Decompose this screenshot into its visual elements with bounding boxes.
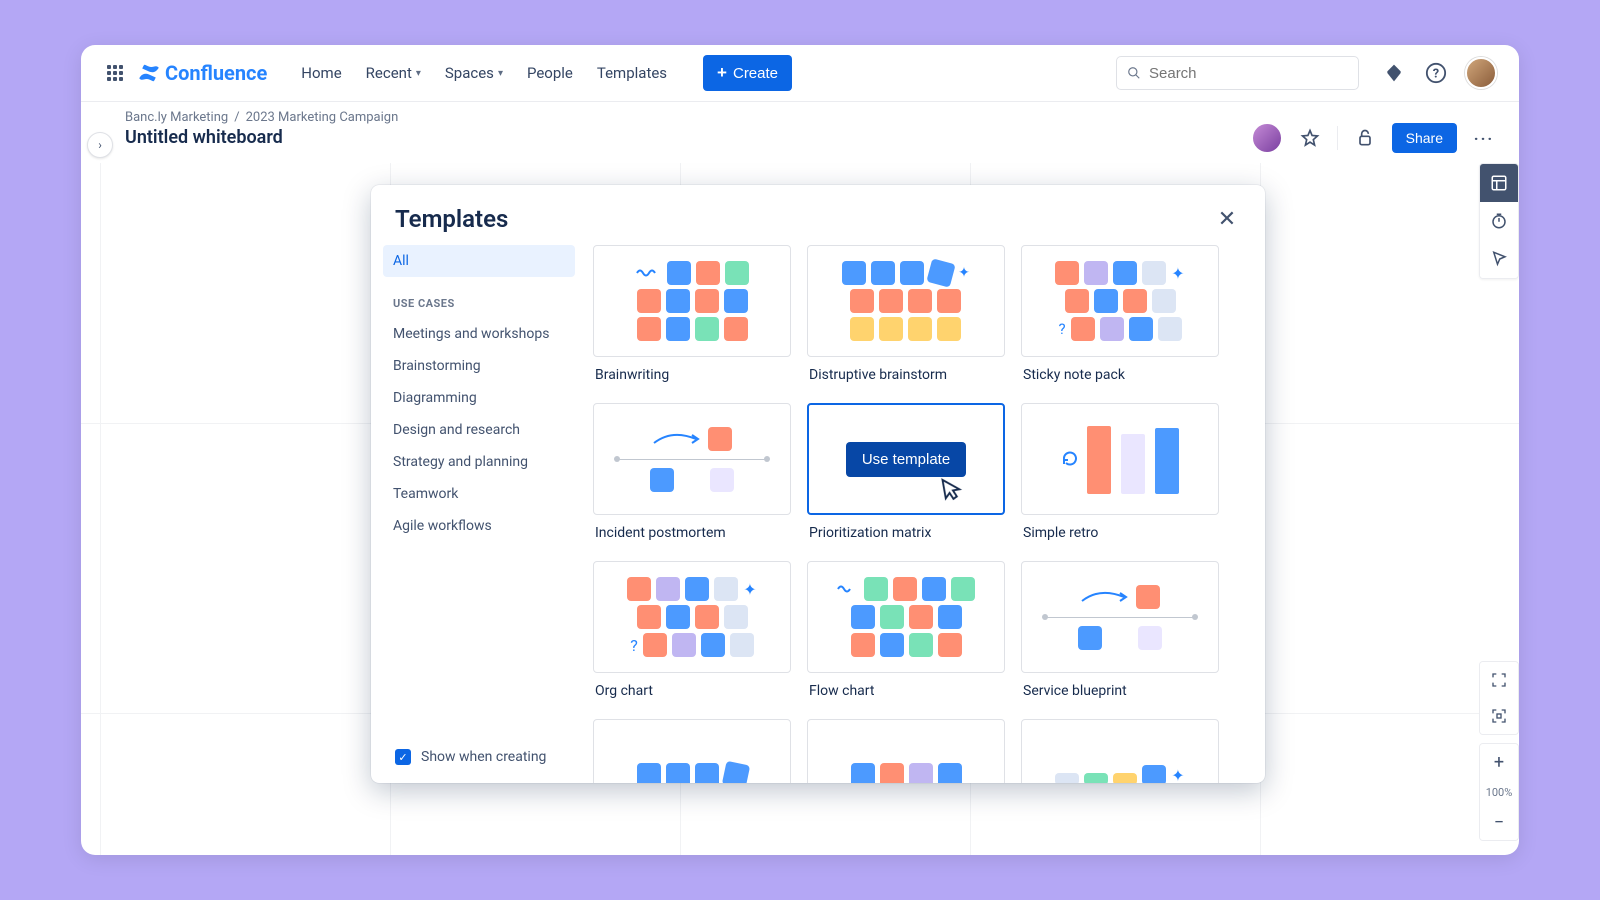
close-icon[interactable]: ✕ xyxy=(1213,205,1241,233)
app-switcher-icon[interactable] xyxy=(103,61,127,85)
category-agile[interactable]: Agile workflows xyxy=(383,510,575,542)
zoom-controls: + 100% − xyxy=(1479,661,1519,841)
chevron-down-icon: ▾ xyxy=(416,68,421,79)
template-card-disruptive-brainstorm[interactable]: ✦ xyxy=(807,245,1005,357)
template-label: Org chart xyxy=(593,673,791,717)
arrow-icon xyxy=(652,431,702,447)
profile-avatar[interactable] xyxy=(1465,57,1497,89)
zoom-in-button[interactable]: + xyxy=(1480,744,1518,780)
zoom-out-button[interactable]: − xyxy=(1480,804,1518,840)
template-label: Prioritization matrix xyxy=(807,515,1005,559)
modal-title: Templates xyxy=(395,205,508,233)
category-all[interactable]: All xyxy=(383,245,575,277)
modal-header: Templates ✕ xyxy=(371,185,1265,241)
show-when-label: Show when creating xyxy=(421,749,546,765)
arrow-icon xyxy=(1080,589,1130,605)
svg-text:?: ? xyxy=(1433,67,1439,82)
template-card-flow-chart[interactable] xyxy=(807,561,1005,673)
template-label: Simple retro xyxy=(1021,515,1219,559)
timer-button[interactable] xyxy=(1480,202,1518,240)
star-icon[interactable] xyxy=(1297,125,1323,151)
category-meetings[interactable]: Meetings and workshops xyxy=(383,318,575,350)
template-card-prioritization-matrix[interactable]: Use template xyxy=(807,403,1005,515)
category-diagramming[interactable]: Diagramming xyxy=(383,382,575,414)
template-card-service-blueprint[interactable] xyxy=(1021,561,1219,673)
use-template-button[interactable]: Use template xyxy=(846,442,966,477)
template-label: Sticky note pack xyxy=(1021,357,1219,401)
category-design[interactable]: Design and research xyxy=(383,414,575,446)
sidebar-expand-button[interactable]: › xyxy=(87,132,113,158)
show-when-creating-toggle[interactable]: ✓ Show when creating xyxy=(395,749,546,765)
template-card-brainwriting[interactable] xyxy=(593,245,791,357)
template-card-more-3[interactable]: ✦ xyxy=(1021,719,1219,783)
templates-modal: Templates ✕ All USE CASES Meetings and w… xyxy=(371,185,1265,783)
breadcrumb-parent[interactable]: 2023 Marketing Campaign xyxy=(246,110,399,125)
category-heading: USE CASES xyxy=(383,277,575,318)
top-icons: ? xyxy=(1381,57,1497,89)
top-nav: Confluence Home Recent▾ Spaces▾ People T… xyxy=(81,45,1519,102)
nav-people[interactable]: People xyxy=(517,58,583,88)
template-label: Brainwriting xyxy=(593,357,791,401)
plus-icon: + xyxy=(717,63,727,83)
template-card-more-1[interactable] xyxy=(593,719,791,783)
category-strategy[interactable]: Strategy and planning xyxy=(383,446,575,478)
template-label: Distruptive brainstorm xyxy=(807,357,1005,401)
page-actions: Share ··· xyxy=(1251,122,1497,154)
restrictions-icon[interactable] xyxy=(1352,125,1378,151)
right-rail xyxy=(1479,163,1519,279)
nav-links: Home Recent▾ Spaces▾ People Templates xyxy=(291,58,677,88)
app-name: Confluence xyxy=(165,61,267,85)
collaborator-avatar[interactable] xyxy=(1251,122,1283,154)
cursor-mode-button[interactable] xyxy=(1480,240,1518,278)
template-label: Service blueprint xyxy=(1021,673,1219,717)
share-button[interactable]: Share xyxy=(1392,123,1457,153)
more-actions-icon[interactable]: ··· xyxy=(1471,125,1497,151)
templates-panel-button[interactable] xyxy=(1480,164,1518,202)
help-icon[interactable]: ? xyxy=(1423,60,1449,86)
nav-templates[interactable]: Templates xyxy=(587,58,677,88)
squiggle-icon xyxy=(636,267,662,279)
sub-header: › Banc.ly Marketing / 2023 Marketing Cam… xyxy=(81,102,1519,162)
search-icon xyxy=(1127,65,1141,81)
notifications-icon[interactable] xyxy=(1381,60,1407,86)
fit-screen-button[interactable] xyxy=(1480,662,1518,698)
squiggle-icon xyxy=(837,583,859,595)
template-card-incident-postmortem[interactable] xyxy=(593,403,791,515)
confluence-logo[interactable]: Confluence xyxy=(137,61,267,85)
template-label: Incident postmortem xyxy=(593,515,791,559)
breadcrumb-space[interactable]: Banc.ly Marketing xyxy=(125,110,228,125)
refresh-icon xyxy=(1061,450,1079,468)
modal-sidebar: All USE CASES Meetings and workshops Bra… xyxy=(371,241,587,783)
zoom-selection-button[interactable] xyxy=(1480,698,1518,734)
app-window: Confluence Home Recent▾ Spaces▾ People T… xyxy=(81,45,1519,855)
search-input[interactable] xyxy=(1149,65,1348,82)
search-box[interactable] xyxy=(1116,56,1359,90)
zoom-level: 100% xyxy=(1480,780,1518,804)
category-teamwork[interactable]: Teamwork xyxy=(383,478,575,510)
template-card-org-chart[interactable]: ✦ ? xyxy=(593,561,791,673)
template-card-simple-retro[interactable] xyxy=(1021,403,1219,515)
nav-recent[interactable]: Recent▾ xyxy=(356,58,431,88)
template-card-more-2[interactable] xyxy=(807,719,1005,783)
nav-spaces[interactable]: Spaces▾ xyxy=(435,58,513,88)
category-brainstorming[interactable]: Brainstorming xyxy=(383,350,575,382)
nav-home[interactable]: Home xyxy=(291,58,351,88)
template-card-sticky-note-pack[interactable]: ✦ ? xyxy=(1021,245,1219,357)
confluence-icon xyxy=(137,61,161,85)
checkbox-checked-icon: ✓ xyxy=(395,749,411,765)
templates-grid: Brainwriting ✦ Distruptive brainstorm xyxy=(587,241,1265,783)
template-label: Flow chart xyxy=(807,673,1005,717)
chevron-down-icon: ▾ xyxy=(498,68,503,79)
create-button[interactable]: + Create xyxy=(703,55,792,91)
